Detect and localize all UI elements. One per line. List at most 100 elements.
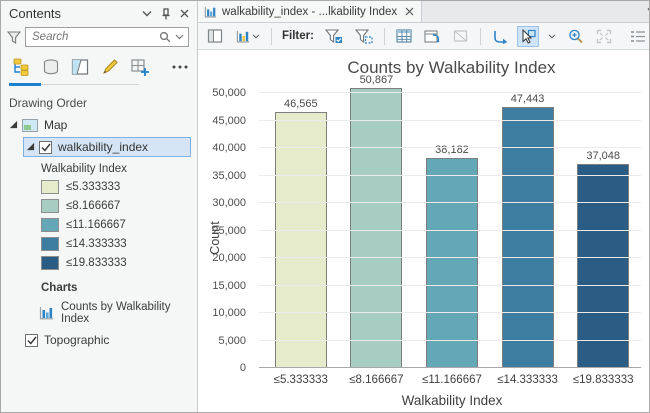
legend-item[interactable]: ≤8.166667 — [41, 198, 197, 213]
legend-item[interactable]: ≤11.166667 — [41, 217, 197, 232]
x-tick-label: ≤14.333333 — [490, 374, 566, 386]
search-icon[interactable] — [159, 31, 171, 43]
toolbar-separator — [384, 28, 385, 45]
layer-visibility-checkbox[interactable] — [39, 141, 52, 154]
y-tick-label: 5,000 — [218, 335, 246, 347]
chart-type-button[interactable] — [233, 26, 263, 47]
y-tick-label: 30,000 — [212, 197, 246, 209]
bar[interactable] — [350, 88, 402, 368]
legend-swatch[interactable] — [41, 237, 59, 251]
zoom-mode-button[interactable] — [565, 26, 587, 47]
y-tick-label: 50,000 — [212, 87, 246, 99]
gridline — [259, 285, 641, 286]
select-mode-button[interactable] — [517, 26, 539, 47]
flip-axes-button[interactable] — [489, 26, 511, 47]
bar-value-label: 38,182 — [435, 144, 469, 156]
legend-swatch[interactable] — [41, 218, 59, 232]
bar-slot: 50,867 — [339, 63, 415, 368]
collapse-expander-icon[interactable] — [26, 142, 36, 152]
chart-properties-button[interactable] — [204, 26, 227, 47]
gridline — [259, 175, 641, 176]
legend-item[interactable]: ≤5.333333 — [41, 179, 197, 194]
list-by-drawing-order-icon[interactable] — [11, 57, 31, 77]
legend-item[interactable]: ≤19.833333 — [41, 255, 197, 270]
x-axis-ticks: ≤5.333333≤8.166667≤11.166667≤14.333333≤1… — [263, 374, 641, 386]
tree-item-chart[interactable]: Counts by Walkability Index — [1, 298, 197, 327]
y-tick-label: 0 — [240, 362, 246, 374]
bar-value-label: 47,443 — [511, 93, 545, 105]
filter-by-selection-button[interactable] — [352, 26, 376, 47]
chart-canvas[interactable]: Counts by Walkability Index Count 05,000… — [198, 50, 650, 412]
list-by-snapping-icon[interactable] — [130, 57, 150, 77]
drawing-order-label: Drawing Order — [1, 86, 197, 116]
bar[interactable] — [577, 164, 629, 368]
bar-chart-icon — [204, 6, 217, 18]
arcgis-window: Contents — [0, 0, 650, 413]
legend-swatch[interactable] — [41, 199, 59, 213]
filter-funnel-icon[interactable] — [7, 31, 21, 44]
basemap-label: Topographic — [44, 333, 109, 347]
toolbar-separator — [271, 28, 272, 45]
chart-legend-button[interactable] — [627, 26, 650, 47]
panel-title: Contents — [9, 6, 142, 21]
search-dropdown-chevron-icon[interactable] — [175, 34, 184, 40]
tab-title: walkability_index - ...lkability Index — [222, 6, 397, 18]
y-tick-label: 15,000 — [212, 280, 246, 292]
chart-view-tab[interactable]: walkability_index - ...lkability Index — [198, 1, 422, 22]
search-input[interactable] — [32, 31, 159, 43]
list-by-data-source-icon[interactable] — [42, 57, 60, 77]
x-tick-label: ≤5.333333 — [263, 374, 339, 386]
bars-container: 46,565 50,867 38,182 47,443 37,048 — [263, 63, 641, 368]
x-axis-line — [259, 367, 641, 368]
bar-value-label: 50,867 — [360, 74, 394, 86]
bar-slot: 37,048 — [565, 63, 641, 368]
legend-swatch[interactable] — [41, 180, 59, 194]
map-thumbnail-icon — [22, 119, 38, 132]
gridline — [259, 120, 641, 121]
gridline — [259, 147, 641, 148]
legend-item[interactable]: ≤14.333333 — [41, 236, 197, 251]
gridline — [259, 312, 641, 313]
chevron-down-icon — [252, 34, 260, 39]
tree-item-basemap[interactable]: Topographic — [1, 327, 197, 347]
bar-value-label: 46,565 — [284, 98, 318, 110]
list-by-editing-icon[interactable] — [101, 57, 119, 77]
list-by-selection-icon[interactable] — [71, 57, 89, 77]
legend-swatch[interactable] — [41, 256, 59, 270]
search-box[interactable] — [25, 27, 189, 47]
basemap-visibility-checkbox[interactable] — [25, 334, 38, 347]
gridline — [259, 230, 641, 231]
layer-label: walkability_index — [58, 140, 148, 154]
tab-close-icon[interactable] — [405, 7, 414, 16]
x-tick-label: ≤11.166667 — [414, 374, 490, 386]
filter-by-extent-button[interactable] — [322, 26, 346, 47]
switch-selection-button[interactable] — [421, 26, 444, 47]
tree-item-map[interactable]: Map — [1, 116, 197, 134]
plot-area: 46,56550,86738,18247,44337,048 — [263, 93, 641, 368]
show-data-table-button[interactable] — [393, 26, 415, 47]
y-tick-label: 35,000 — [212, 170, 246, 182]
bar[interactable] — [275, 112, 327, 368]
bar-slot: 38,182 — [414, 63, 490, 368]
chart-toolbar: Filter: — [198, 23, 650, 50]
more-options-icon[interactable] — [171, 57, 189, 77]
panel-menu-chevron-icon[interactable] — [142, 10, 152, 17]
legend-label: ≤5.333333 — [66, 181, 120, 193]
contents-panel: Contents — [1, 1, 198, 412]
bar-slot: 47,443 — [490, 63, 566, 368]
y-tick-label: 40,000 — [212, 142, 246, 154]
tree-item-walkability-layer[interactable]: walkability_index — [23, 137, 191, 157]
legend-label: ≤19.833333 — [66, 257, 127, 269]
select-mode-chevron-icon[interactable] — [545, 26, 559, 47]
toolbar-separator — [480, 28, 481, 45]
map-label: Map — [44, 118, 67, 132]
legend-list: ≤5.333333 ≤8.166667 ≤11.166667 ≤14.333333 ≤1… — [1, 179, 197, 270]
pin-icon[interactable] — [161, 8, 171, 20]
legend-label: ≤8.166667 — [66, 200, 120, 212]
collapse-expander-icon[interactable] — [9, 120, 19, 130]
bar[interactable] — [426, 158, 478, 368]
y-tick-label: 20,000 — [212, 252, 246, 264]
charts-section-label: Charts — [1, 270, 197, 298]
close-icon[interactable] — [180, 9, 189, 18]
active-tab-indicator — [9, 83, 41, 86]
